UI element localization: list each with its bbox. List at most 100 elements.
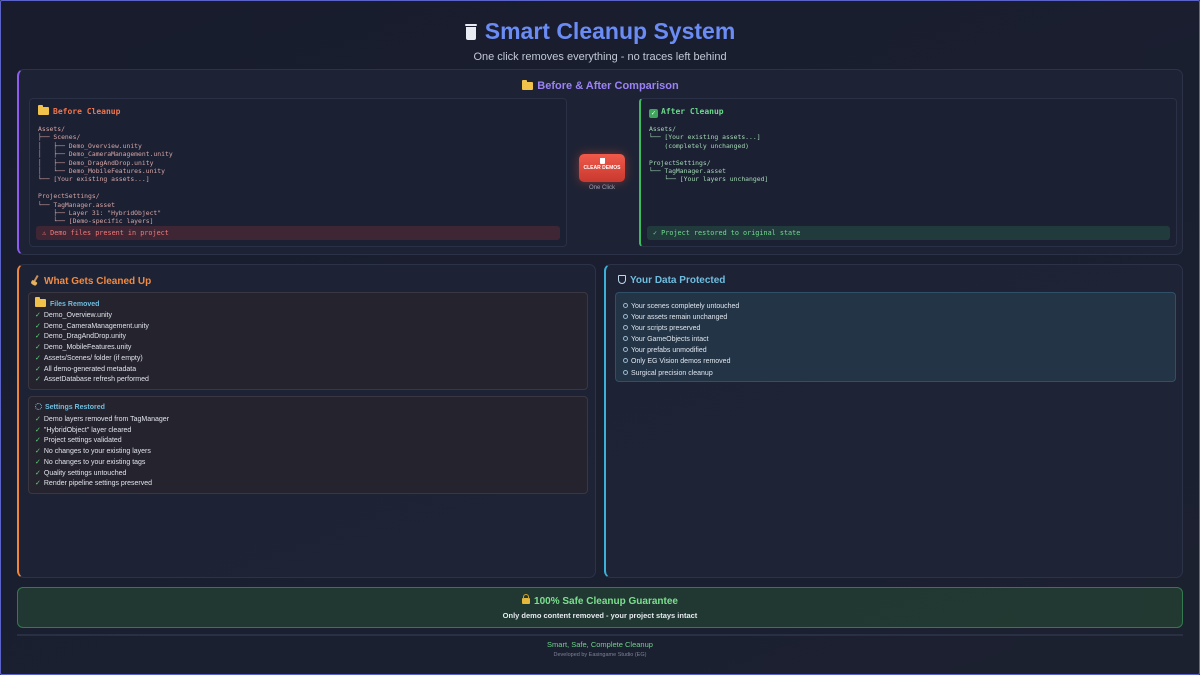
cleaned-panel: What Gets Cleaned Up Files Removed ✓ Demo… [17, 264, 596, 578]
circle-icon [623, 336, 628, 342]
check-icon: ✓ [35, 437, 41, 445]
files-removed-title-text: Files Removed [50, 301, 100, 308]
guarantee-subtitle: Only demo content removed - your project… [502, 611, 698, 620]
files-removed-list: ✓ Demo_Overview.unity ✓ Demo_CameraManagem… [35, 311, 149, 386]
list-item: ✓ Project settings validated [35, 436, 169, 447]
folder-icon [35, 297, 46, 307]
check-box-icon: ✓ [649, 109, 658, 118]
protected-list: Your scenes completely untouched Your as… [623, 301, 739, 379]
settings-restored-list: ✓ Demo layers removed from TagManager ✓ "H… [35, 415, 169, 490]
circle-icon [623, 314, 628, 320]
list-item-text: Your scenes completely untouched [631, 303, 740, 310]
after-file-tree: Assets/ └── [Your existing assets...] (c… [649, 125, 769, 184]
list-item: ✓ All demo-generated metadata [35, 365, 149, 376]
footer-credit: Developed by Easingame Studio (EG) [553, 652, 647, 658]
protected-card: Your scenes completely untouched Your as… [615, 292, 1176, 382]
list-item-text: Your GameObjects intact [631, 336, 709, 344]
page-title-text: Smart Cleanup System [484, 18, 736, 44]
list-item: ✓ No changes to your existing tags [35, 458, 169, 469]
circle-icon [623, 325, 628, 331]
check-icon: ✓ [35, 376, 41, 384]
cleaned-title: What Gets Cleaned Up [31, 275, 151, 287]
list-item-text: Demo_CameraManagement.unity [43, 322, 149, 330]
trash-icon [599, 158, 605, 164]
list-item: ✓ Demo_MobileFeatures.unity [35, 343, 149, 354]
list-item: ✓ Render pipeline settings preserved [35, 479, 169, 490]
one-click-caption: One Click [588, 185, 615, 191]
list-item: ✓ Demo_DragAndDrop.unity [35, 332, 149, 343]
gear-icon [35, 403, 42, 410]
protected-title-text: Your Data Protected [630, 275, 726, 286]
before-file-tree: Assets/ ├── Scenes/ │ ├── Demo_Overview.… [38, 125, 173, 226]
folder-icon [522, 80, 534, 90]
list-item-text: No changes to your existing tags [43, 458, 146, 466]
list-item: Your scripts preserved [623, 323, 739, 334]
list-item-text: No changes to your existing layers [43, 448, 151, 456]
circle-icon [623, 303, 628, 308]
guarantee-title: 100% Safe Cleanup Guarantee [18, 594, 1182, 607]
list-item: Your GameObjects intact [623, 334, 739, 345]
broom-icon [31, 275, 41, 285]
trash-icon [464, 23, 477, 40]
settings-restored-title-text: Settings Restored [45, 404, 105, 411]
list-item-text: Demo layers removed from TagManager [43, 416, 170, 423]
files-removed-card: Files Removed ✓ Demo_Overview.unity ✓ Demo… [28, 292, 588, 390]
protected-panel: Your Data Protected Your scenes complete… [604, 264, 1183, 578]
shield-icon [618, 275, 626, 284]
files-removed-title: Files Removed [35, 297, 100, 308]
check-icon: ✓ [35, 416, 41, 423]
check-icon: ✓ [35, 322, 41, 330]
circle-icon [623, 369, 628, 375]
list-item-text: Your scripts preserved [631, 325, 701, 333]
list-item: ✓ Assets/Scenes/ folder (if empty) [35, 354, 149, 365]
list-item-text: Your assets remain unchanged [631, 314, 728, 322]
check-icon: ✓ [35, 365, 41, 373]
page-title: Smart Cleanup System [464, 18, 736, 45]
list-item-text: Your prefabs unmodified [631, 347, 707, 355]
list-item: Surgical precision cleanup [623, 368, 739, 379]
check-icon: ✓ [35, 312, 41, 319]
comparison-panel: Before & After Comparison Before Cleanup… [17, 69, 1183, 255]
list-item: Your assets remain unchanged [623, 312, 739, 323]
check-icon: ✓ [35, 448, 41, 456]
list-item-text: Only EG Vision demos removed [631, 358, 731, 366]
folder-icon [38, 105, 49, 115]
check-icon: ✓ [35, 344, 41, 352]
list-item-text: All demo-generated metadata [43, 365, 137, 373]
before-status-warning: ⚠ Demo files present in project [36, 226, 560, 240]
list-item: ✓ Demo_Overview.unity [35, 311, 149, 322]
after-title-text: After Cleanup [661, 107, 724, 116]
check-icon: ✓ [35, 333, 41, 341]
list-item-text: Surgical precision cleanup [631, 369, 713, 377]
after-status-success: ✓ Project restored to original state [647, 226, 1170, 240]
list-item: ✓ No changes to your existing layers [35, 447, 169, 458]
list-item: Your scenes completely untouched [623, 301, 739, 312]
list-item: ✓ Demo layers removed from TagManager [35, 415, 169, 426]
after-card: ✓ After Cleanup Assets/ └── [Your existin… [639, 98, 1177, 247]
list-item: ✓ AssetDatabase refresh performed [35, 375, 149, 386]
settings-restored-card: Settings Restored ✓ Demo layers removed f… [28, 396, 588, 494]
header: Smart Cleanup System One click removes e… [0, 18, 1200, 63]
list-item-text: Demo_Overview.unity [43, 312, 112, 319]
footer-tagline: Smart, Safe, Complete Cleanup [547, 640, 653, 649]
comparison-title-text: Before & After Comparison [537, 80, 679, 92]
after-title: ✓ After Cleanup [649, 107, 724, 118]
guarantee-title-text: 100% Safe Cleanup Guarantee [534, 596, 678, 607]
before-title-text: Before Cleanup [53, 107, 121, 116]
list-item-text: Demo_DragAndDrop.unity [43, 333, 126, 341]
before-card: Before Cleanup Assets/ ├── Scenes/ │ ├──… [29, 98, 567, 247]
comparison-title: Before & After Comparison [19, 80, 1182, 92]
list-item: ✓ Demo_CameraManagement.unity [35, 322, 149, 333]
before-title: Before Cleanup [38, 105, 121, 116]
list-item-text: Assets/Scenes/ folder (if empty) [43, 354, 143, 362]
page-subtitle: One click removes everything - no traces… [473, 51, 727, 63]
clear-demos-button[interactable]: CLEAR DEMOS [579, 154, 625, 182]
check-icon: ✓ [35, 426, 41, 434]
list-item-text: AssetDatabase refresh performed [43, 376, 149, 384]
list-item: Only EG Vision demos removed [623, 356, 739, 367]
list-item-text: Demo_MobileFeatures.unity [43, 344, 132, 352]
circle-icon [623, 347, 628, 353]
check-icon: ✓ [35, 469, 41, 477]
cleaned-title-text: What Gets Cleaned Up [44, 276, 152, 287]
list-item-text: Project settings validated [43, 437, 122, 445]
